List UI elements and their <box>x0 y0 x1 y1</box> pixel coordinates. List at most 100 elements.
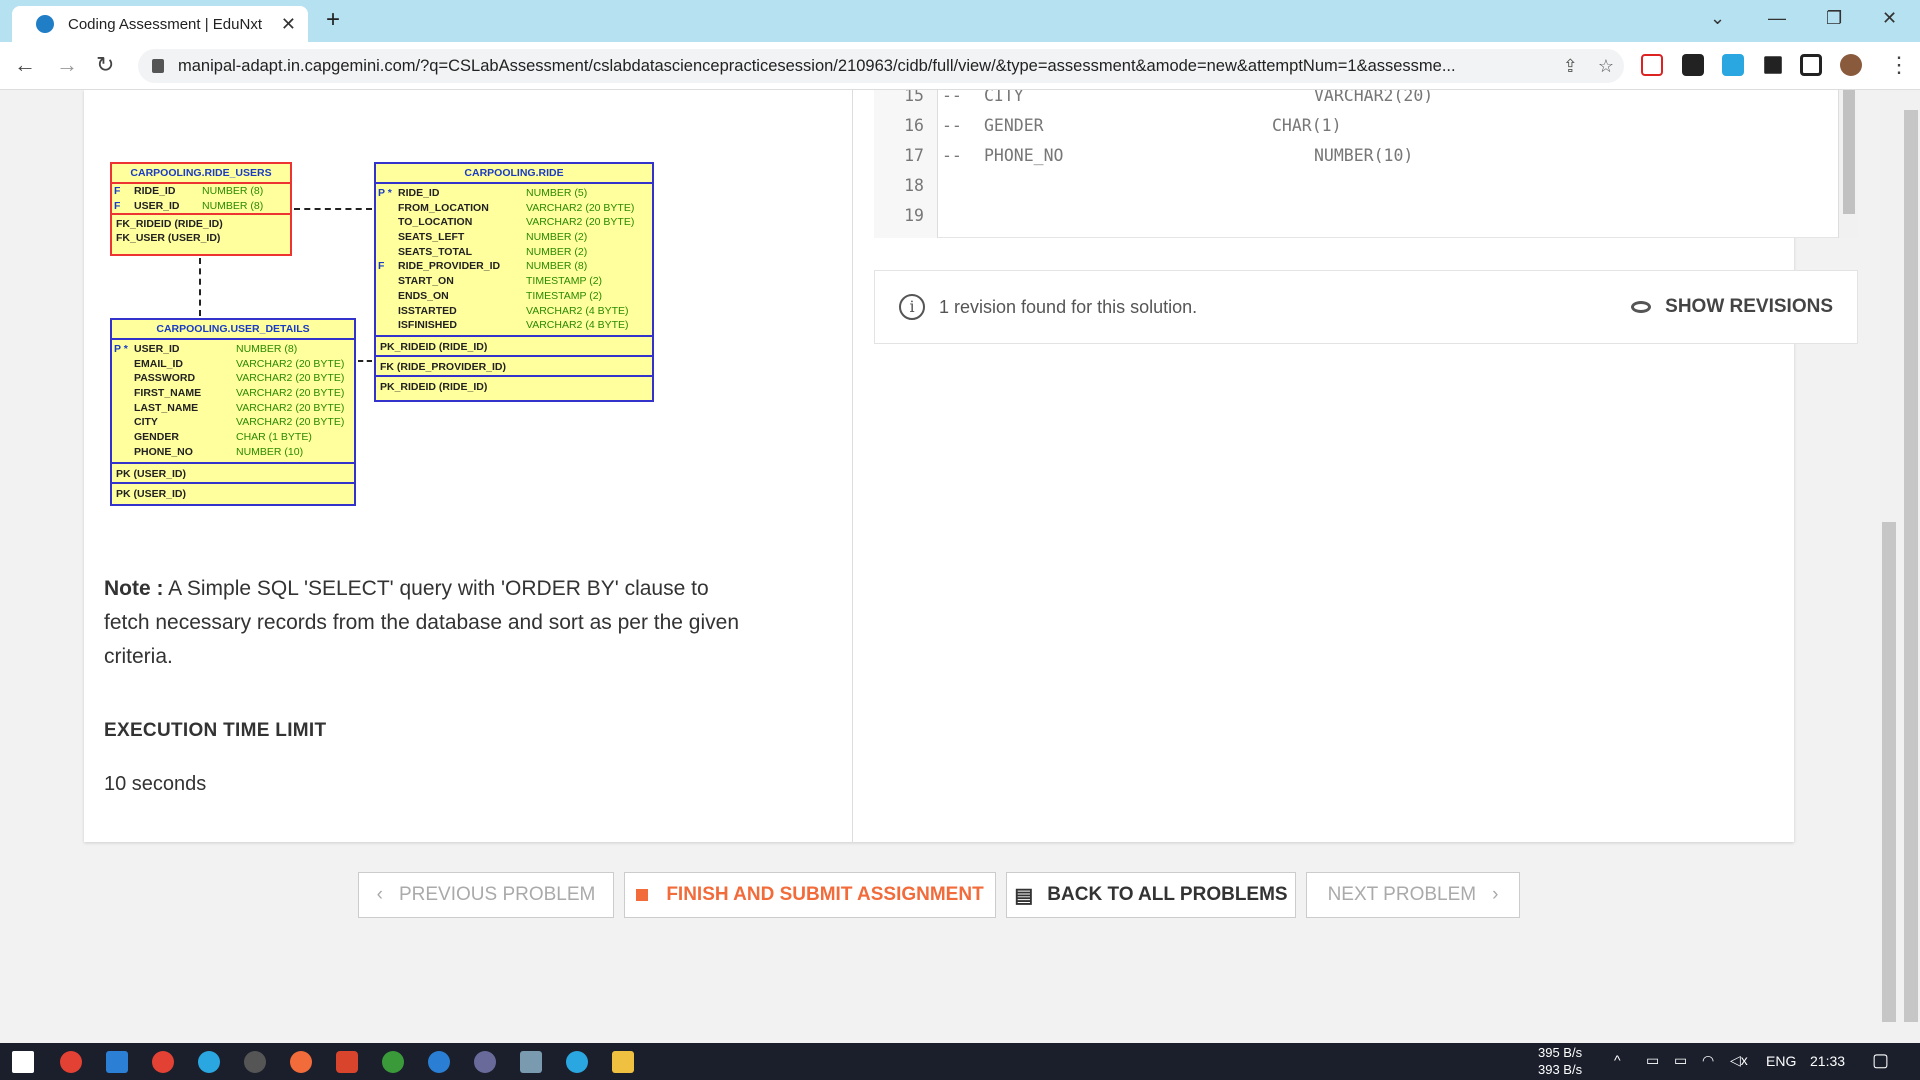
code-comment: -- <box>942 146 962 165</box>
address-bar[interactable]: manipal-adapt.in.capgemini.com/?q=CSLabA… <box>138 49 1624 83</box>
er-column-row: LAST_NAME VARCHAR2 (20 BYTE) <box>112 401 354 416</box>
er-table-ride: CARPOOLING.RIDE P * RIDE_ID NUMBER (5) FRO… <box>374 162 654 402</box>
app-green-icon[interactable] <box>382 1051 404 1073</box>
close-window-icon[interactable]: ✕ <box>1882 8 1897 29</box>
windows-start-icon[interactable] <box>12 1051 34 1073</box>
tray-chevron-icon[interactable]: ^ <box>1614 1052 1621 1068</box>
clock-time[interactable]: 21:33 <box>1810 1053 1845 1069</box>
extension-cat-icon[interactable] <box>1682 54 1704 76</box>
er-fk-section: FK (RIDE_PROVIDER_ID) <box>376 354 652 375</box>
outer-scrollbar-thumb[interactable] <box>1904 110 1918 1022</box>
app-blue-icon[interactable] <box>428 1051 450 1073</box>
back-to-all-problems-button[interactable]: ▤ BACK TO ALL PROBLEMS <box>1006 872 1296 918</box>
bookmark-star-icon[interactable]: ☆ <box>1598 56 1614 77</box>
back-icon[interactable]: ← <box>14 52 36 78</box>
er-column-name: ENDS_ON <box>398 289 449 302</box>
previous-problem-button[interactable]: ‹ PREVIOUS PROBLEM <box>358 872 614 918</box>
er-pk-item: PK_RIDEID (RIDE_ID) <box>380 340 488 353</box>
er-key <box>112 401 134 416</box>
er-key: P * <box>114 343 128 355</box>
execution-time-value: 10 seconds <box>104 773 207 795</box>
show-revisions-label: SHOW REVISIONS <box>1665 296 1833 317</box>
file-explorer-icon[interactable] <box>612 1051 634 1073</box>
problem-note: Note : A Simple SQL 'SELECT' query with … <box>104 572 754 674</box>
er-column-name: LAST_NAME <box>134 401 199 414</box>
tray-display-icon[interactable]: ▭ <box>1646 1052 1659 1069</box>
vscode-icon[interactable] <box>106 1051 128 1073</box>
er-column-name: PHONE_NO <box>134 445 193 458</box>
er-column-type: NUMBER (2) <box>526 245 588 258</box>
er-column-type: NUMBER (8) <box>526 260 588 273</box>
er-key <box>112 357 134 372</box>
forward-icon[interactable]: → <box>56 52 78 78</box>
er-column-row: ENDS_ON TIMESTAMP (2) <box>376 289 652 304</box>
er-column-name: RIDE_ID <box>134 185 176 197</box>
extensions-puzzle-icon[interactable] <box>1764 56 1782 74</box>
side-panel-icon[interactable] <box>1800 54 1822 76</box>
tab-search-icon[interactable]: ⌄ <box>1710 8 1725 29</box>
language-indicator[interactable]: ENG <box>1766 1053 1796 1069</box>
er-column-row: SEATS_LEFT NUMBER (2) <box>376 230 652 245</box>
line-number: 19 <box>904 206 924 225</box>
close-tab-icon[interactable]: ✕ <box>281 14 296 35</box>
telegram-icon[interactable] <box>198 1051 220 1073</box>
er-column-type: VARCHAR2 (20 BYTE) <box>236 372 345 385</box>
notifications-icon[interactable]: ▢ <box>1872 1050 1889 1071</box>
line-number: 16 <box>904 116 924 135</box>
chrome-icon[interactable] <box>60 1051 82 1073</box>
er-table-ride-users: CARPOOLING.RIDE_USERS F RIDE_ID NUMBER (8)… <box>110 162 292 256</box>
photos-icon[interactable] <box>520 1051 542 1073</box>
er-column-row: F RIDE_PROVIDER_ID NUMBER (8) <box>376 259 652 274</box>
code-scrollbar-thumb[interactable] <box>1843 90 1855 214</box>
reload-icon[interactable]: ↻ <box>96 52 114 78</box>
postman-icon[interactable] <box>290 1051 312 1073</box>
er-column-row: ISFINISHED VARCHAR2 (4 BYTE) <box>376 318 652 333</box>
er-column-name: USER_ID <box>134 199 180 212</box>
er-table-title: CARPOOLING.USER_DETAILS <box>112 320 354 340</box>
app-icon[interactable] <box>244 1051 266 1073</box>
er-index-item: PK_RIDEID (RIDE_ID) <box>380 380 488 393</box>
er-column-row: SEATS_TOTAL NUMBER (2) <box>376 245 652 260</box>
execution-time-heading: EXECUTION TIME LIMIT <box>104 720 327 741</box>
er-column-type: NUMBER (8) <box>202 199 264 212</box>
menu-kebab-icon[interactable]: ⋮ <box>1888 52 1910 78</box>
browser-tab[interactable]: Coding Assessment | EduNxt ✕ <box>12 6 308 42</box>
share-icon[interactable]: ⇪ <box>1563 56 1578 77</box>
er-column-type: NUMBER (8) <box>202 185 264 197</box>
er-column-row: PHONE_NO NUMBER (10) <box>112 445 354 460</box>
restore-icon[interactable]: ❐ <box>1826 8 1842 29</box>
battery-icon[interactable]: ▭ <box>1674 1052 1687 1069</box>
extension-shield-icon[interactable] <box>1641 54 1663 76</box>
wifi-icon[interactable]: ◠ <box>1702 1052 1714 1069</box>
chevron-right-icon: › <box>1492 884 1499 905</box>
er-column-type: VARCHAR2 (4 BYTE) <box>526 319 629 332</box>
next-problem-button[interactable]: NEXT PROBLEM › <box>1306 872 1520 918</box>
er-column-type: VARCHAR2 (20 BYTE) <box>236 401 345 414</box>
extension-s-icon[interactable] <box>1722 54 1744 76</box>
page-scrollbar[interactable] <box>1880 90 1920 1043</box>
app-purple-icon[interactable] <box>474 1051 496 1073</box>
er-key <box>112 430 134 445</box>
er-pk-item: PK (USER_ID) <box>116 467 187 480</box>
chrome-active-icon[interactable] <box>152 1051 174 1073</box>
show-revisions-button[interactable]: SHOW REVISIONS <box>1631 296 1833 318</box>
er-column-type: NUMBER (2) <box>526 231 588 244</box>
code-editor[interactable]: 15 -- CITY VARCHAR2(20) 16 -- GENDER CHA… <box>874 90 1858 238</box>
er-relationship-line <box>358 360 372 362</box>
er-column-row: PASSWORD VARCHAR2 (20 BYTE) <box>112 371 354 386</box>
page-scrollbar-thumb[interactable] <box>1882 522 1896 1022</box>
er-pk-section: PK (USER_ID) <box>112 461 354 482</box>
er-column-row: GENDER CHAR (1 BYTE) <box>112 430 354 445</box>
url-text: manipal-adapt.in.capgemini.com/?q=CSLabA… <box>178 56 1456 75</box>
previous-problem-label: PREVIOUS PROBLEM <box>398 884 596 905</box>
new-tab-icon[interactable]: + <box>326 6 340 34</box>
minimize-icon[interactable]: — <box>1768 8 1786 29</box>
volume-mute-icon[interactable]: ◁x <box>1730 1052 1748 1069</box>
powerpoint-icon[interactable] <box>336 1051 358 1073</box>
code-scrollbar[interactable] <box>1838 90 1858 238</box>
lock-icon <box>152 59 164 73</box>
finish-submit-button[interactable]: FINISH AND SUBMIT ASSIGNMENT <box>624 872 996 918</box>
profile-avatar[interactable] <box>1840 54 1862 76</box>
edge-icon[interactable] <box>566 1051 588 1073</box>
er-column-name: RIDE_ID <box>398 187 440 199</box>
